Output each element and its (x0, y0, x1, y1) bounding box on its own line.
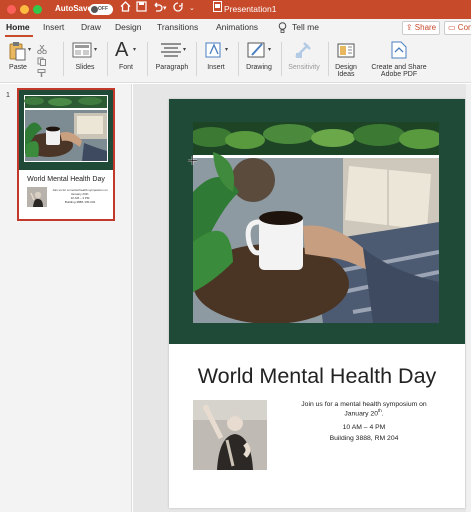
sensitivity-icon (294, 41, 312, 64)
ribbon-divider (238, 42, 239, 76)
ribbon-divider (196, 42, 197, 76)
minimize-window-button[interactable] (20, 5, 29, 14)
powerpoint-window: AutoSave OFF ▾ ⌄ Presentation1 Home Inse… (0, 0, 471, 512)
document-title: Presentation1 (224, 4, 277, 14)
insert-shape-icon[interactable] (205, 41, 223, 64)
autosave-toggle[interactable]: OFF (89, 4, 113, 15)
thumbnail-title: World Mental Health Day (27, 176, 105, 183)
close-window-button[interactable] (7, 5, 16, 14)
ribbon-divider (328, 42, 329, 76)
slide-title[interactable]: World Mental Health Day (169, 364, 465, 389)
tab-home[interactable]: Home (6, 22, 30, 32)
thumbnail-invite: Join us for a mental health symposium on… (52, 188, 108, 196)
tab-transitions[interactable]: Transitions (157, 22, 198, 32)
slide-invite-text[interactable]: Join us for a mental health symposium on… (289, 401, 439, 417)
share-label: Share (414, 23, 437, 32)
home-icon[interactable] (120, 1, 131, 17)
vertical-scrollbar[interactable] (466, 84, 471, 512)
undo-dropdown-icon[interactable]: ▾ (163, 1, 167, 17)
paste-icon[interactable] (8, 41, 26, 66)
slide-time-text[interactable]: 10 AM – 4 PM (289, 424, 439, 431)
slides-dropdown-icon[interactable]: ▾ (94, 46, 97, 53)
ribbon-divider (63, 42, 64, 76)
move-cursor-icon (188, 152, 197, 165)
insert-label: Insert (207, 64, 225, 71)
format-painter-icon[interactable] (37, 65, 47, 83)
drawing-dropdown-icon[interactable]: ▾ (268, 46, 271, 53)
slide-1[interactable]: World Mental Health Day Join us for a me… (169, 99, 465, 508)
slide-building-text[interactable]: Building 3888, RM 204 (289, 435, 439, 442)
comment-icon: ▭ (448, 23, 456, 32)
tab-draw[interactable]: Draw (81, 22, 101, 32)
slides-label: Slides (75, 64, 95, 71)
title-bar: AutoSave OFF ▾ ⌄ Presentation1 (0, 0, 471, 19)
drawing-label: Drawing (246, 64, 272, 71)
insert-dropdown-icon[interactable]: ▾ (225, 46, 228, 53)
new-slide-icon[interactable] (72, 41, 92, 64)
undo-icon[interactable] (152, 1, 163, 17)
tab-insert[interactable]: Insert (43, 22, 64, 32)
slide-thumbnail-1[interactable]: World Mental Health Day Join us for a me… (17, 88, 115, 221)
comments-label: Comm (457, 23, 471, 32)
comments-button[interactable]: ▭ Comm (444, 21, 471, 35)
paste-dropdown-icon[interactable]: ▾ (28, 46, 31, 53)
zoom-window-button[interactable] (33, 5, 42, 14)
ribbon-divider (147, 42, 148, 76)
slide-hero-photo[interactable] (189, 122, 443, 324)
paragraph-icon[interactable] (160, 43, 182, 62)
thumbnail-photo (24, 95, 108, 162)
font-dropdown-icon[interactable]: ▾ (133, 46, 136, 53)
drawing-icon[interactable] (247, 41, 267, 64)
create-share-pdf-label-line2: Adobe PDF (380, 71, 418, 78)
lightbulb-icon (278, 22, 287, 36)
thumbnail-building: Building 3888, RM 204 (64, 200, 96, 204)
ribbon-toolbar: ▾ Paste ▾ Slides A ▾ Font ▾ Paragraph ▾ … (0, 38, 471, 83)
sensitivity-label: Sensitivity (288, 64, 320, 71)
autosave-label: AutoSave (55, 4, 92, 13)
font-icon[interactable]: A (115, 39, 128, 62)
tab-design[interactable]: Design (115, 22, 141, 32)
adobe-pdf-icon[interactable] (391, 41, 407, 64)
paragraph-dropdown-icon[interactable]: ▾ (183, 46, 186, 53)
customize-toolbar-icon[interactable]: ⌄ (189, 1, 195, 17)
redo-icon[interactable] (173, 1, 184, 17)
invite-text: Join us for a mental health symposium on… (301, 401, 427, 418)
font-label: Font (118, 64, 133, 71)
tab-animations[interactable]: Animations (216, 22, 258, 32)
active-tab-indicator (5, 35, 33, 37)
slide-person-photo[interactable] (193, 400, 267, 470)
ribbon-tabs: Home Insert Draw Design Transitions Anim… (0, 19, 471, 38)
slide-number: 1 (6, 92, 10, 99)
tell-me-search[interactable]: Tell me (292, 22, 319, 32)
ribbon-divider (281, 42, 282, 76)
thumbnail-avatar (27, 187, 47, 207)
paste-label: Paste (9, 64, 27, 71)
paragraph-label: Paragraph (155, 64, 189, 71)
share-icon: ⇪ (405, 23, 413, 32)
save-icon[interactable] (136, 1, 147, 17)
design-ideas-label-line2: Ideas (337, 71, 355, 78)
presentation-file-icon (213, 1, 222, 17)
invite-suffix: . (381, 410, 384, 418)
share-button[interactable]: ⇪ Share (402, 21, 440, 35)
ribbon-divider (107, 42, 108, 76)
design-ideas-icon[interactable] (337, 41, 355, 64)
